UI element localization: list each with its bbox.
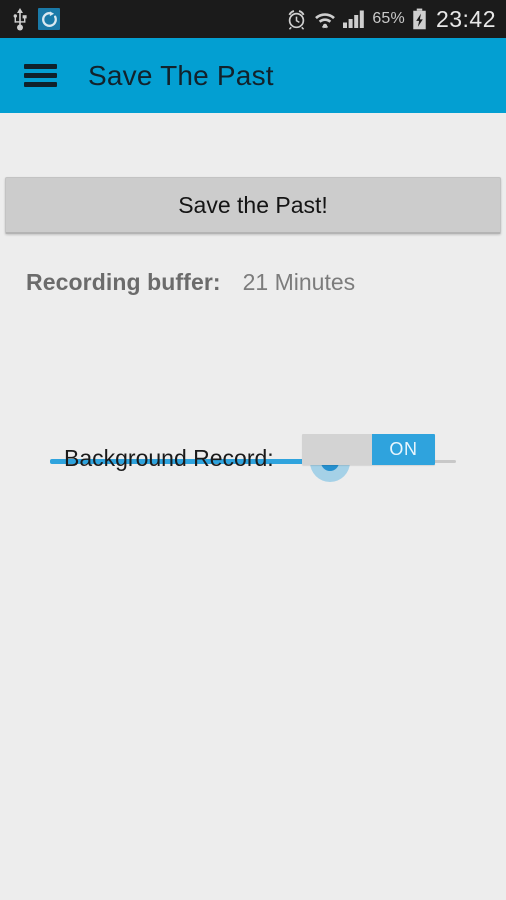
hamburger-bar-2 bbox=[24, 73, 57, 78]
app-bar: Save The Past bbox=[0, 38, 506, 120]
battery-percentage: 65% bbox=[372, 10, 405, 27]
status-bar-left-icons bbox=[12, 7, 60, 31]
status-bar: 65% 23:42 bbox=[0, 0, 506, 38]
sync-icon bbox=[38, 8, 60, 30]
wifi-icon bbox=[314, 9, 336, 30]
save-the-past-button[interactable]: Save the Past! bbox=[5, 177, 501, 234]
recording-buffer-row: Recording buffer: 21 Minutes bbox=[26, 269, 355, 296]
signal-bars-icon bbox=[343, 9, 365, 29]
usb-icon bbox=[12, 7, 28, 31]
recording-buffer-value: 21 Minutes bbox=[242, 269, 356, 295]
status-bar-clock: 23:42 bbox=[435, 5, 496, 32]
recording-buffer-label: Recording buffer: bbox=[26, 269, 221, 295]
background-record-toggle[interactable]: ON bbox=[302, 434, 435, 465]
toggle-on-thumb[interactable]: ON bbox=[372, 434, 435, 465]
battery-charging-icon bbox=[412, 8, 427, 30]
status-bar-right-icons: 65% 23:42 bbox=[286, 6, 496, 33]
hamburger-menu-icon[interactable] bbox=[24, 64, 57, 87]
page-title: Save The Past bbox=[88, 59, 274, 91]
toggle-off-track[interactable] bbox=[302, 434, 372, 465]
background-record-label: Background Record: bbox=[64, 444, 274, 471]
background-record-row: Background Record: ON bbox=[0, 434, 506, 482]
hamburger-bar-3 bbox=[24, 82, 57, 87]
main-content: Save the Past! Recording buffer: 21 Minu… bbox=[0, 113, 506, 900]
alarm-clock-icon bbox=[286, 9, 307, 30]
hamburger-bar-1 bbox=[24, 64, 57, 69]
